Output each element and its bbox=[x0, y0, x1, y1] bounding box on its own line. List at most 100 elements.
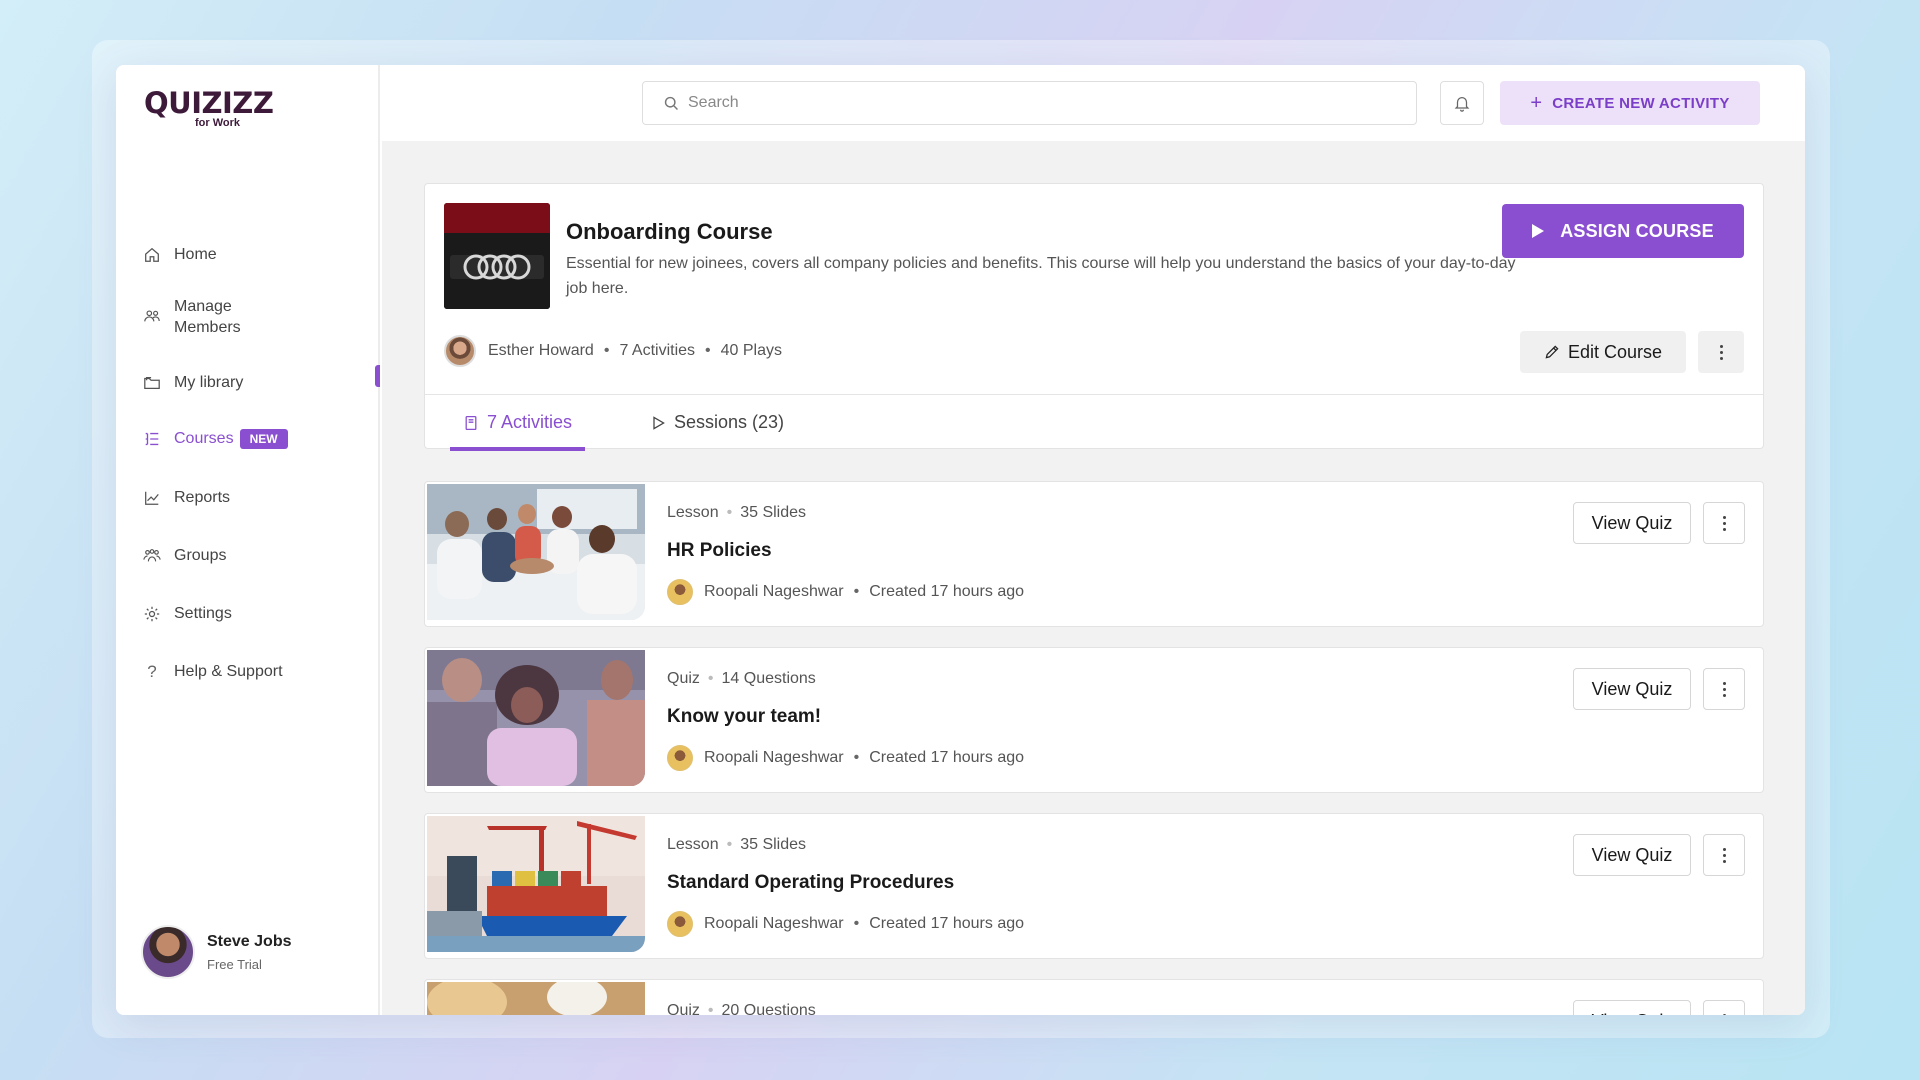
sidebar-item-label: Groups bbox=[174, 547, 227, 564]
groups-icon bbox=[142, 546, 162, 566]
activity-meta: Roopali Nageshwar • Created 17 hours ago bbox=[667, 745, 1024, 771]
activity-card[interactable]: Lesson • 35 Slides HR Policies Roopali Nag… bbox=[424, 481, 1764, 627]
sidebar-item-courses[interactable]: Courses NEW bbox=[142, 429, 288, 449]
more-vertical-icon bbox=[1722, 515, 1726, 519]
assign-label: ASSIGN COURSE bbox=[1560, 220, 1714, 241]
play-outline-icon bbox=[653, 415, 665, 430]
course-activities-count: 7 Activities bbox=[619, 342, 696, 359]
avatar bbox=[141, 925, 195, 979]
activity-type: Quiz • 14 Questions bbox=[667, 670, 816, 687]
separator-dot: • bbox=[853, 915, 860, 932]
sidebar-item-label: Home bbox=[174, 246, 217, 263]
settings-icon bbox=[142, 604, 162, 624]
sidebar-item-my-library[interactable]: My library bbox=[142, 373, 243, 393]
sidebar-item-home[interactable]: Home bbox=[142, 245, 217, 265]
activity-card[interactable]: Lesson • 35 Slides Standard Operating Proc… bbox=[424, 813, 1764, 959]
sidebar-item-settings[interactable]: Settings bbox=[142, 604, 232, 624]
activity-count: 35 Slides bbox=[740, 504, 807, 521]
more-vertical-icon bbox=[1722, 847, 1726, 851]
course-header-card: Onboarding Course Essential for new join… bbox=[424, 183, 1764, 451]
activity-kind: Quiz bbox=[667, 670, 700, 687]
activity-kind: Lesson bbox=[667, 504, 719, 521]
activity-more-button[interactable] bbox=[1703, 834, 1745, 876]
author-avatar bbox=[444, 335, 476, 367]
activity-created: Created 17 hours ago bbox=[869, 915, 1025, 932]
sidebar-item-reports[interactable]: Reports bbox=[142, 488, 230, 508]
tab-label: Sessions (23) bbox=[674, 412, 785, 432]
sidebar-item-help-support[interactable]: ? Help & Support bbox=[142, 662, 282, 682]
notifications-button[interactable] bbox=[1440, 81, 1484, 125]
logo[interactable]: QUIZIZZ for Work bbox=[144, 86, 274, 130]
create-new-activity-button[interactable]: + CREATE NEW ACTIVITY bbox=[1500, 81, 1760, 125]
activity-type: Quiz • 20 Questions bbox=[667, 1002, 816, 1015]
tab-label: 7 Activities bbox=[487, 412, 573, 432]
activity-count: 14 Questions bbox=[721, 670, 816, 687]
book-icon bbox=[465, 415, 477, 430]
home-icon bbox=[142, 245, 162, 265]
active-indicator bbox=[375, 365, 380, 387]
separator-dot: • bbox=[603, 342, 610, 359]
course-title: Onboarding Course bbox=[566, 219, 773, 244]
view-quiz-button[interactable]: View Quiz bbox=[1573, 668, 1691, 710]
sidebar-item-groups[interactable]: Groups bbox=[142, 546, 226, 566]
course-thumbnail bbox=[444, 203, 550, 309]
new-badge: NEW bbox=[239, 429, 288, 449]
activity-author: Roopali Nageshwar bbox=[704, 915, 844, 932]
search-icon bbox=[664, 96, 678, 110]
activity-thumbnail bbox=[427, 816, 645, 952]
view-quiz-button[interactable]: View Quiz bbox=[1573, 1000, 1691, 1015]
pencil-icon bbox=[1545, 345, 1559, 359]
course-plays-count: 40 Plays bbox=[720, 342, 783, 359]
top-bar: Search + CREATE NEW ACTIVITY bbox=[382, 65, 1805, 141]
bell-icon bbox=[1454, 96, 1470, 112]
main-content: Onboarding Course Essential for new join… bbox=[382, 141, 1805, 1015]
separator-dot: • bbox=[853, 583, 860, 600]
logo-wordmark: QUIZIZZ bbox=[144, 86, 274, 120]
search-input[interactable]: Search bbox=[642, 81, 1417, 125]
profile-plan: Free Trial bbox=[207, 956, 262, 972]
activity-created: Created 17 hours ago bbox=[869, 583, 1025, 600]
search-placeholder: Search bbox=[688, 94, 739, 111]
activity-title: Know your team! bbox=[667, 706, 822, 727]
tab-activities[interactable]: 7 Activities bbox=[450, 395, 586, 451]
course-tabs: 7 Activities Sessions (23) bbox=[425, 394, 1763, 451]
activity-thumbnail bbox=[427, 982, 645, 1015]
activity-thumbnail bbox=[427, 650, 645, 786]
author-avatar bbox=[667, 745, 693, 771]
create-label: CREATE NEW ACTIVITY bbox=[1552, 94, 1730, 112]
activity-type: Lesson • 35 Slides bbox=[667, 504, 807, 521]
course-author: Esther Howard bbox=[488, 342, 594, 359]
sidebar-item-label: My library bbox=[174, 374, 244, 391]
activity-more-button[interactable] bbox=[1703, 502, 1745, 544]
activity-type: Lesson • 35 Slides bbox=[667, 836, 807, 853]
user-profile[interactable]: Steve Jobs Free Trial bbox=[141, 925, 291, 979]
activity-card[interactable]: Quiz•20 Questions View Quiz bbox=[424, 979, 1764, 1015]
more-vertical-icon bbox=[1719, 344, 1723, 348]
activity-count: 35 Slides bbox=[740, 836, 807, 853]
sidebar-item-manage-members[interactable]: Manage Members bbox=[142, 296, 241, 338]
sidebar-item-label: Manage Members bbox=[174, 298, 241, 336]
play-icon bbox=[1532, 224, 1545, 238]
assign-course-button[interactable]: ASSIGN COURSE bbox=[1502, 204, 1744, 258]
view-quiz-button[interactable]: View Quiz bbox=[1573, 834, 1691, 876]
sidebar: QUIZIZZ for Work Home Manage Members My … bbox=[116, 65, 380, 1015]
library-icon bbox=[142, 373, 162, 393]
view-quiz-button[interactable]: View Quiz bbox=[1573, 502, 1691, 544]
activity-more-button[interactable] bbox=[1703, 668, 1745, 710]
activity-created: Created 17 hours ago bbox=[869, 749, 1025, 766]
course-description: Essential for new joinees, covers all co… bbox=[566, 255, 1516, 297]
more-vertical-icon bbox=[1722, 681, 1726, 685]
activity-author: Roopali Nageshwar bbox=[704, 749, 844, 766]
activity-card[interactable]: Quiz • 14 Questions Know your team! Roopal… bbox=[424, 647, 1764, 793]
separator-dot: • bbox=[853, 749, 860, 766]
profile-name: Steve Jobs bbox=[207, 932, 292, 950]
activity-more-button[interactable] bbox=[1703, 1000, 1745, 1015]
edit-course-button[interactable]: Edit Course bbox=[1520, 331, 1686, 373]
activity-kind: Lesson bbox=[667, 836, 719, 853]
tab-sessions[interactable]: Sessions (23) bbox=[650, 395, 784, 450]
course-meta: Esther Howard • 7 Activities • 40 Plays bbox=[444, 335, 782, 367]
separator-dot: • bbox=[705, 342, 711, 359]
activity-count: 20 Questions bbox=[721, 1002, 816, 1015]
activity-meta: Roopali Nageshwar • Created 17 hours ago bbox=[667, 579, 1024, 605]
course-more-button[interactable] bbox=[1698, 331, 1744, 373]
